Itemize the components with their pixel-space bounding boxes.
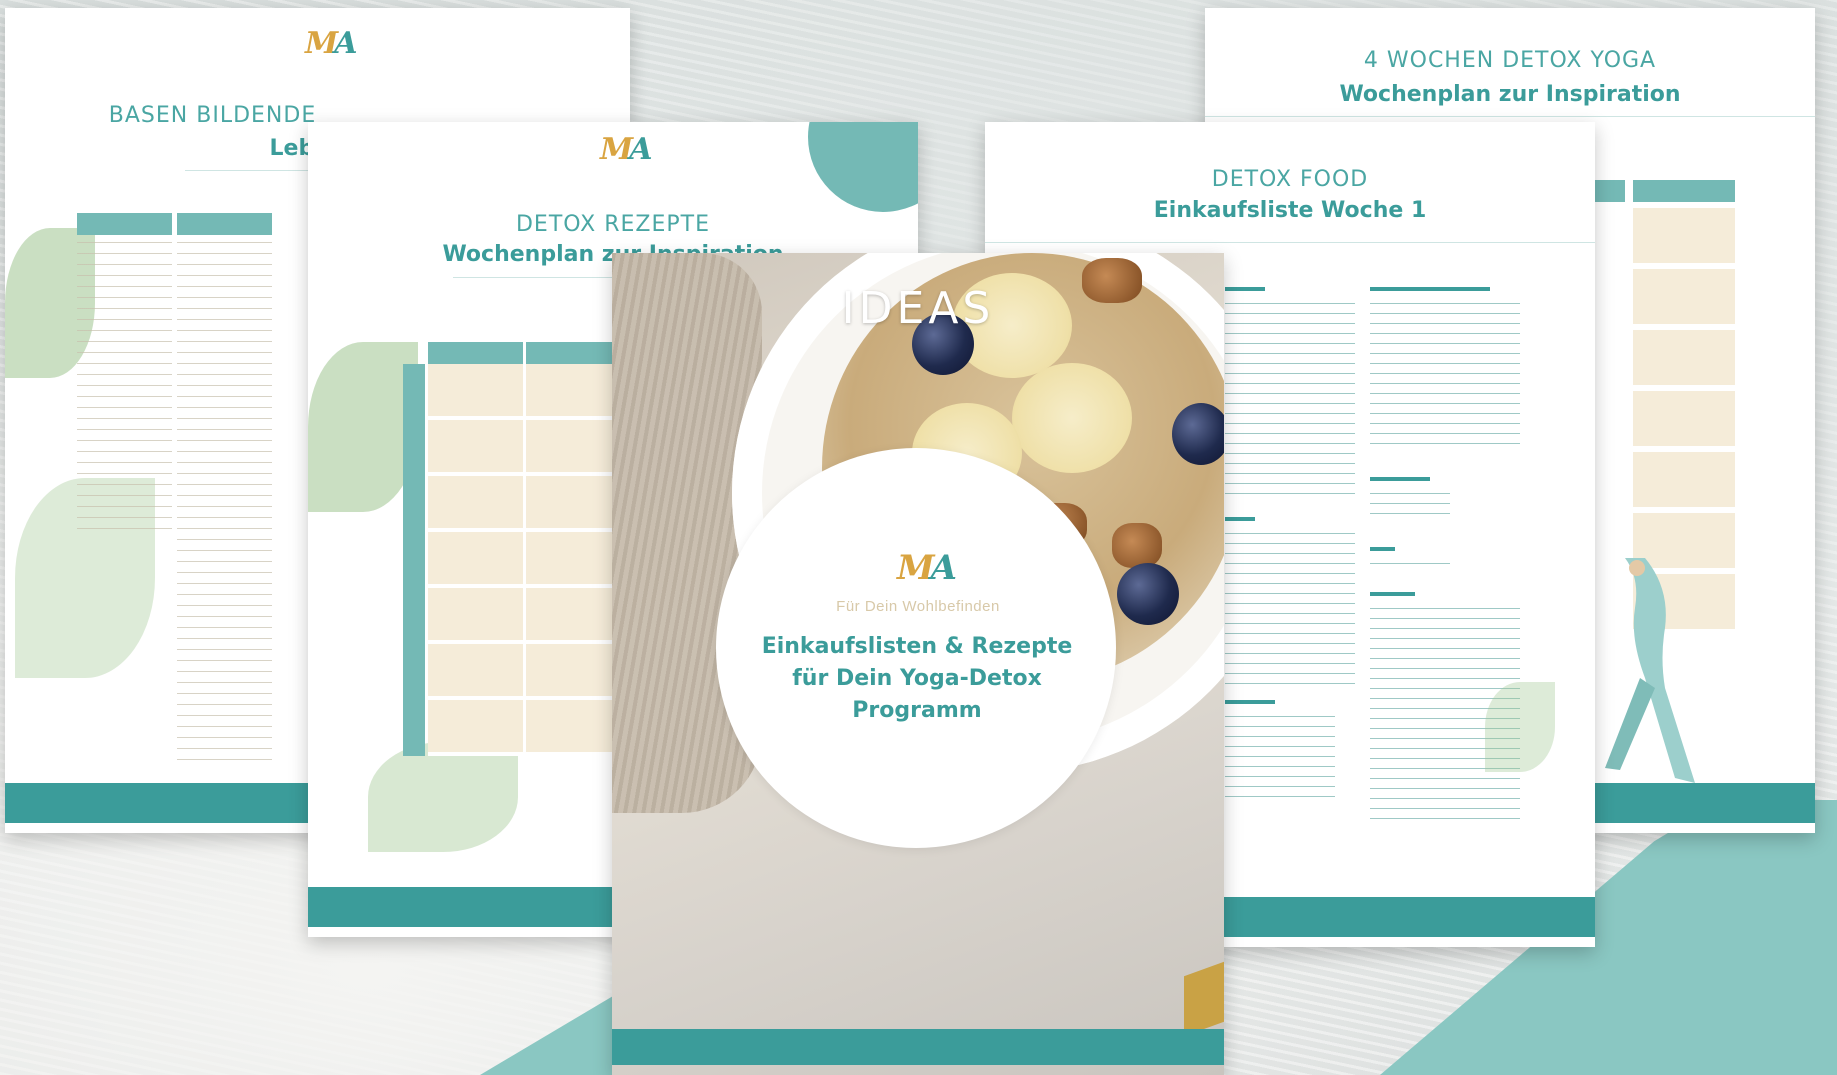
table-column	[526, 342, 621, 756]
list-item	[1225, 297, 1355, 497]
leaf-decoration	[368, 742, 518, 852]
list-heading	[1370, 592, 1415, 596]
leaf-decoration	[1485, 682, 1555, 772]
list-heading	[1225, 517, 1255, 521]
banana-slice	[1012, 363, 1132, 473]
page-title-light: 4 WOCHEN DETOX YOGA	[1363, 48, 1657, 73]
ideas-label: IDEAS	[841, 283, 995, 334]
list-heading	[1370, 547, 1395, 551]
footer-bar	[612, 1029, 1224, 1065]
list-item	[1370, 487, 1450, 517]
page-title-light: DETOX FOOD	[1211, 167, 1369, 192]
cover-subtitle: Für Dein Wohlbefinden	[836, 598, 1000, 615]
table-column	[403, 342, 425, 756]
yoga-figure-icon	[1605, 558, 1695, 783]
list-heading	[1225, 700, 1275, 704]
leaf-decoration	[308, 342, 418, 512]
logo-icon: MA	[897, 548, 957, 588]
walnut	[1112, 523, 1162, 568]
cover-title-line-1: Einkaufslisten & Rezepte	[761, 634, 1073, 659]
logo-icon: MA	[305, 26, 358, 61]
divider	[1205, 116, 1815, 117]
cover-title-line-3: Programm	[852, 698, 982, 723]
list-item	[1370, 557, 1450, 569]
page-title-bold: Einkaufsliste Woche 1	[1153, 198, 1427, 223]
cover-title-line-2: für Dein Yoga-Detox	[792, 666, 1042, 691]
corner-circle	[808, 122, 918, 212]
list-heading	[1370, 287, 1490, 291]
page-title-light: DETOX REZEPTE	[515, 212, 711, 237]
list-heading	[1225, 287, 1265, 291]
table-column	[177, 213, 272, 770]
divider	[985, 242, 1595, 243]
logo-icon: MA	[600, 132, 653, 167]
table-column	[1595, 180, 1625, 202]
list-item	[1225, 527, 1355, 692]
list-heading	[1370, 477, 1430, 481]
list-item	[1370, 297, 1520, 447]
page-title-bold: Wochenplan zur Inspiration	[1339, 82, 1681, 107]
table-column	[77, 213, 172, 535]
blueberry	[1172, 403, 1224, 465]
cover-page: IDEAS MA Für Dein Wohlbefinden Einkaufsl…	[612, 253, 1224, 1075]
table-column	[428, 342, 523, 756]
list-item	[1225, 710, 1335, 800]
gold-spoon	[1184, 961, 1224, 1037]
blueberry	[1117, 563, 1179, 625]
